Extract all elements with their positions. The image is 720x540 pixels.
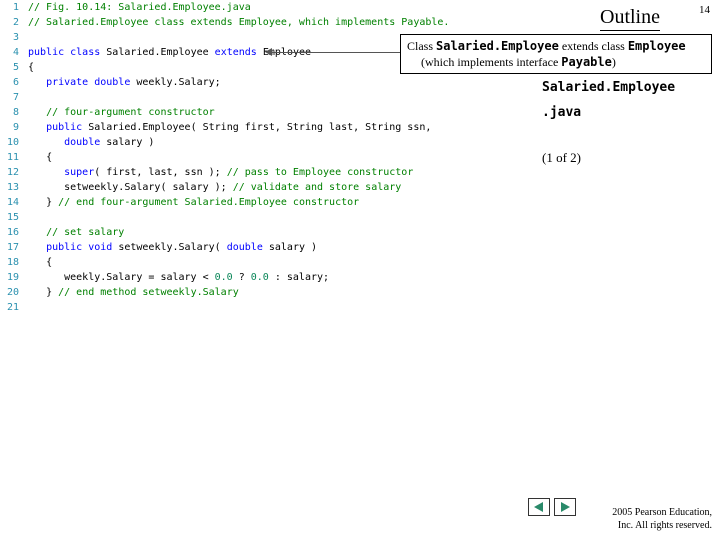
- line-number: 4: [0, 45, 22, 60]
- line-number: 17: [0, 240, 22, 255]
- line-number: 14: [0, 195, 22, 210]
- callout-line-2: (which implements interface Payable): [407, 54, 705, 70]
- line-number: 6: [0, 75, 22, 90]
- code-line: 14 } // end four-argument Salaried.Emplo…: [0, 195, 720, 210]
- line-number: 12: [0, 165, 22, 180]
- callout-line-1: Class Salaried.Employee extends class Em…: [407, 38, 705, 54]
- code-content: {: [22, 255, 720, 270]
- code-line: 21: [0, 300, 720, 315]
- line-number: 16: [0, 225, 22, 240]
- outline-heading: Outline: [600, 6, 660, 31]
- code-line: 18 {: [0, 255, 720, 270]
- line-number: 15: [0, 210, 22, 225]
- code-line: 12 super( first, last, ssn ); // pass to…: [0, 165, 720, 180]
- side-file-ext: .java: [542, 105, 712, 120]
- code-content: public void setweekly.Salary( double sal…: [22, 240, 720, 255]
- line-number: 1: [0, 0, 22, 15]
- line-number: 9: [0, 120, 22, 135]
- code-content: // set salary: [22, 225, 720, 240]
- line-number: 18: [0, 255, 22, 270]
- next-button[interactable]: [554, 498, 576, 516]
- line-number: 21: [0, 300, 22, 315]
- line-number: 2: [0, 15, 22, 30]
- line-number: 8: [0, 105, 22, 120]
- line-number: 5: [0, 60, 22, 75]
- side-panel: Salaried.Employee .java (1 of 2): [542, 80, 712, 166]
- line-number: 7: [0, 90, 22, 105]
- line-number: 11: [0, 150, 22, 165]
- triangle-left-icon: [533, 501, 545, 513]
- triangle-right-icon: [559, 501, 571, 513]
- prev-button[interactable]: [528, 498, 550, 516]
- code-line: 17 public void setweekly.Salary( double …: [0, 240, 720, 255]
- line-number: 19: [0, 270, 22, 285]
- code-content: } // end method setweekly.Salary: [22, 285, 720, 300]
- line-number: 13: [0, 180, 22, 195]
- callout-box: Class Salaried.Employee extends class Em…: [400, 34, 712, 74]
- code-content: } // end four-argument Salaried.Employee…: [22, 195, 720, 210]
- code-line: 16 // set salary: [0, 225, 720, 240]
- line-number: 20: [0, 285, 22, 300]
- code-content: setweekly.Salary( salary ); // validate …: [22, 180, 720, 195]
- code-line: 19 weekly.Salary = salary < 0.0 ? 0.0 : …: [0, 270, 720, 285]
- page-number: 14: [699, 4, 710, 16]
- nav-buttons: [528, 498, 576, 516]
- code-line: 20 } // end method setweekly.Salary: [0, 285, 720, 300]
- code-content: weekly.Salary = salary < 0.0 ? 0.0 : sal…: [22, 270, 720, 285]
- line-number: 3: [0, 30, 22, 45]
- code-line: 15: [0, 210, 720, 225]
- line-number: 10: [0, 135, 22, 150]
- side-page-info: (1 of 2): [542, 150, 712, 166]
- copyright-text: 2005 Pearson Education, Inc. All rights …: [612, 507, 712, 532]
- code-content: super( first, last, ssn ); // pass to Em…: [22, 165, 720, 180]
- side-class-name: Salaried.Employee: [542, 80, 712, 95]
- callout-connector: [270, 52, 400, 53]
- code-line: 13 setweekly.Salary( salary ); // valida…: [0, 180, 720, 195]
- callout-arrowhead-icon: [265, 48, 272, 56]
